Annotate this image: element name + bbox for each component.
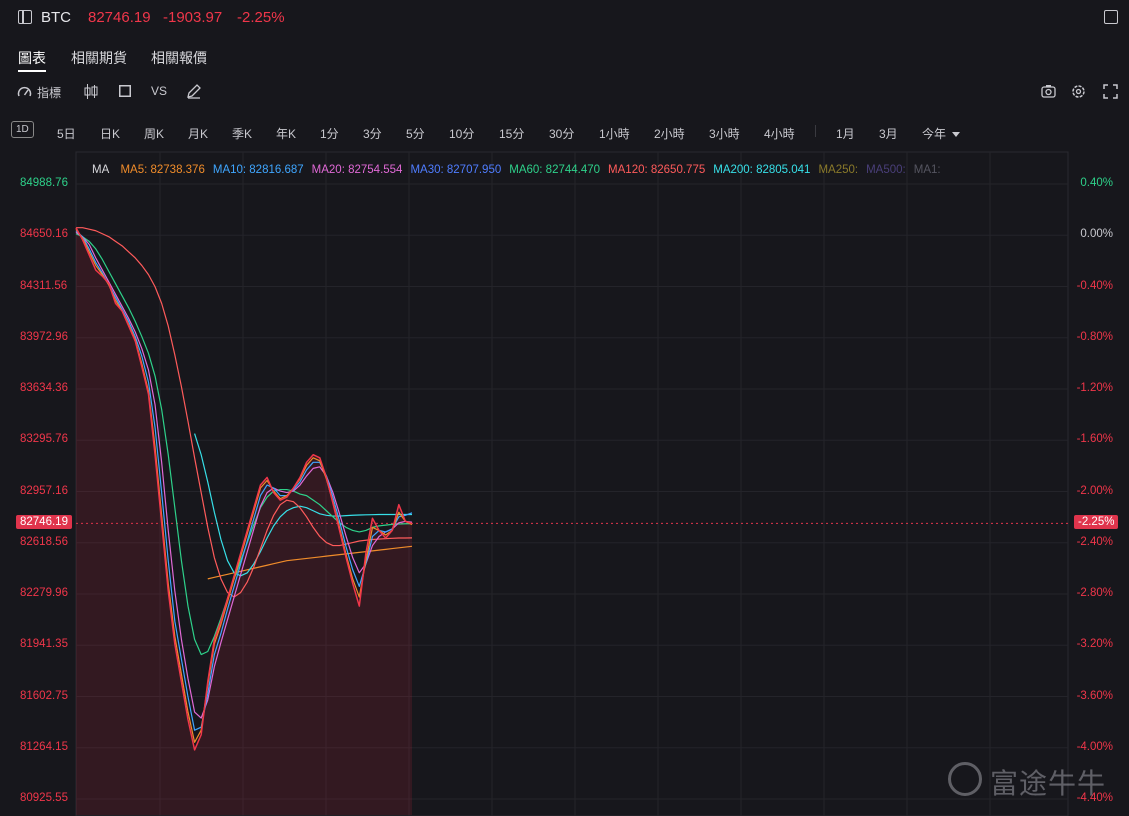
last-price: 82746.19 (88, 9, 151, 26)
gear-icon[interactable] (1071, 84, 1086, 99)
tab-bar: 圖表 相關期貨 相關報價 (0, 40, 1129, 74)
y-tick-label-right: -1.60% (1076, 433, 1113, 446)
y-tick-label-left: 82957.16 (20, 484, 68, 497)
period-30min[interactable]: 30分 (549, 125, 574, 142)
y-tick-label-right: 0.40% (1080, 177, 1113, 189)
y-tick-label-left: 83634.36 (20, 382, 68, 394)
pen-icon[interactable] (186, 84, 201, 99)
legend-item: MA30: 82707.950 (410, 164, 502, 176)
indicator-icon[interactable] (17, 85, 32, 98)
compare-button[interactable]: VS (151, 84, 167, 98)
y-tick-label-left: 84311.56 (20, 279, 68, 292)
period-ytd-label: 今年 (922, 127, 947, 141)
indicator-button[interactable]: 指標 (37, 84, 61, 101)
period-selector: 1D 5日 日K 周K 月K 季K 年K 1分 3分 5分 10分 15分 30… (0, 118, 1129, 144)
period-1month[interactable]: 1月 (836, 125, 855, 142)
y-tick-label-left: 80925.55 (20, 792, 68, 804)
chevron-down-icon (952, 132, 961, 138)
period-15min[interactable]: 15分 (499, 125, 524, 142)
ma-legend: MA MA5: 82738.376 MA10: 82816.687 MA20: 82… (92, 164, 949, 176)
current-price-tag: 82746.19 (16, 515, 72, 529)
legend-item: MA250: (818, 164, 859, 176)
active-tab-underline (18, 70, 46, 72)
price-chart[interactable] (0, 150, 1129, 816)
period-weekly[interactable]: 周K (144, 125, 164, 142)
y-tick-label-left: 81264.15 (20, 740, 68, 753)
y-tick-label-right: -2.00% (1076, 484, 1113, 497)
price-change: -1903.97 (163, 9, 223, 26)
candles-icon[interactable] (84, 84, 98, 99)
watermark: 富途牛牛 (990, 768, 1107, 799)
header-bar: BTC 82746.19 -1903.97 -2.25% (0, 0, 1129, 36)
period-5min[interactable]: 5分 (406, 125, 425, 142)
legend-item: MA60: 82744.470 (509, 164, 601, 176)
y-tick-label-right: -2.40% (1076, 535, 1113, 548)
y-tick-label-right: -2.80% (1076, 587, 1113, 599)
period-1min[interactable]: 1分 (320, 125, 339, 142)
price-change-percent: -2.25% (237, 9, 285, 26)
y-tick-label-right: -0.40% (1076, 279, 1113, 292)
chart-toolbar: 指標 VS (0, 80, 1129, 104)
y-tick-label-left: 81602.75 (20, 689, 68, 702)
tab-chart[interactable]: 圖表 (18, 48, 46, 68)
y-tick-label-left: 83295.76 (20, 433, 68, 446)
period-monthly[interactable]: 月K (188, 125, 208, 142)
period-2hour[interactable]: 2小時 (654, 125, 685, 142)
period-divider (815, 125, 816, 137)
period-1d[interactable]: 1D (11, 121, 34, 138)
collapse-panel-icon[interactable] (1104, 10, 1118, 24)
y-tick-label-right: -1.20% (1076, 382, 1113, 394)
legend-item: MA120: 82650.775 (608, 164, 706, 176)
legend-item: MA10: 82816.687 (212, 164, 304, 176)
legend-title: MA (92, 164, 110, 176)
symbol-name: BTC (41, 9, 71, 26)
futu-logo-icon (948, 762, 982, 796)
legend-item: MA200: 82805.041 (713, 164, 811, 176)
y-tick-label-left: 84988.76 (20, 177, 68, 189)
period-ytd[interactable]: 今年 (922, 125, 961, 142)
tab-related-quotes[interactable]: 相關報價 (151, 48, 207, 68)
current-pct-tag: -2.25% (1074, 515, 1119, 529)
legend-item: MA1: (913, 164, 941, 176)
period-yearly[interactable]: 年K (276, 125, 296, 142)
period-3month[interactable]: 3月 (879, 125, 898, 142)
y-tick-label-left: 84650.16 (20, 228, 68, 241)
fullscreen-icon[interactable] (1103, 84, 1118, 99)
legend-item: MA500: (866, 164, 906, 176)
y-tick-label-right: -0.80% (1076, 330, 1113, 343)
period-5day[interactable]: 5日 (57, 125, 76, 142)
period-quarterly[interactable]: 季K (232, 125, 252, 142)
y-tick-label-right: -3.20% (1076, 638, 1113, 651)
price-area (76, 227, 412, 815)
tab-related-futures[interactable]: 相關期貨 (71, 48, 127, 68)
period-1hour[interactable]: 1小時 (599, 125, 630, 142)
legend-item: MA5: 82738.376 (120, 164, 205, 176)
legend-item: MA20: 82754.554 (311, 164, 403, 176)
y-tick-label-left: 81941.35 (20, 638, 68, 651)
sidebar-toggle-icon[interactable] (18, 10, 32, 24)
square-icon[interactable] (119, 85, 131, 97)
period-10min[interactable]: 10分 (449, 125, 474, 142)
y-tick-label-right: -4.00% (1076, 740, 1113, 753)
y-tick-label-right: -3.60% (1076, 689, 1113, 702)
period-3hour[interactable]: 3小時 (709, 125, 740, 142)
period-daily[interactable]: 日K (100, 125, 120, 142)
y-tick-label-left: 82618.56 (20, 535, 68, 548)
period-3min[interactable]: 3分 (363, 125, 382, 142)
camera-icon[interactable] (1041, 84, 1056, 98)
y-tick-label-left: 82279.96 (20, 587, 68, 599)
period-4hour[interactable]: 4小時 (764, 125, 795, 142)
y-tick-label-left: 83972.96 (20, 330, 68, 343)
y-tick-label-right: 0.00% (1080, 228, 1113, 241)
